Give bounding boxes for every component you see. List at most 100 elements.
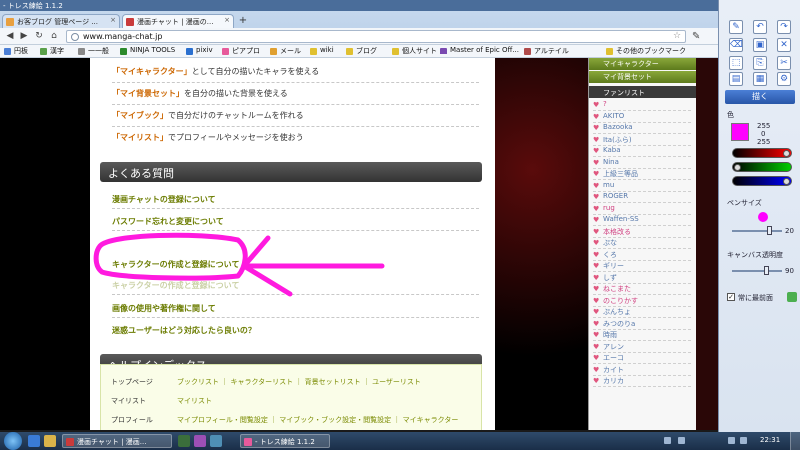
fan-list-item[interactable]: ♥ ねこまた [593,284,691,295]
home-icon[interactable]: ⌂ [48,31,60,42]
show-desktop-button[interactable] [790,432,800,450]
other-bookmarks[interactable]: その他のブックマーク [606,46,686,56]
fan-list-item[interactable]: ♥ ぷな [593,238,691,249]
close-icon[interactable]: × [110,16,116,24]
fan-list-item[interactable]: ♥ AKITO [593,112,691,123]
fill-icon[interactable]: ▣ [753,38,767,52]
index-row-links[interactable]: ブックリスト ｜ キャラクターリスト ｜ 背景セットリスト ｜ ユーザーリスト [177,377,421,387]
fan-list-item[interactable]: ♥ Ita(ふら) [593,135,691,146]
fan-list-item[interactable]: ♥ ROGER [593,192,691,203]
pen-size-track[interactable] [732,230,782,232]
tab-manga-chat[interactable]: 漫画チャット | 漫画の... × [122,14,234,28]
cut-icon[interactable]: ✂ [777,56,791,70]
slider-knob[interactable] [734,164,741,171]
sidebar-banner[interactable]: マイキャラクター [589,58,697,70]
app-icon[interactable] [194,435,206,447]
tab-blog-admin[interactable]: お客ブログ 管理ページ ... × [2,14,120,28]
fan-list-item[interactable]: ♥ しず [593,273,691,284]
draw-button[interactable]: 描く [725,90,795,104]
eraser-icon[interactable]: ⌫ [729,38,743,52]
fan-list-item[interactable]: ♥ Nina [593,158,691,169]
app-icon[interactable] [178,435,190,447]
reload-icon[interactable]: ↻ [33,31,45,42]
sidebar-banner[interactable]: マイ背景セット [589,71,697,83]
red-slider[interactable] [732,148,792,158]
undo-icon[interactable]: ↶ [753,20,767,34]
bookmark-item[interactable]: Master of Epic Off... [440,46,520,54]
save-icon[interactable]: ▦ [753,72,767,86]
address-bar[interactable]: www.manga-chat.jp [66,30,686,43]
fan-list-item[interactable]: ♥ くろ [593,250,691,261]
app-icon[interactable] [210,435,222,447]
fan-list-item[interactable]: ♥ 上級三等品 [593,169,691,180]
faq-link-nuisance-user[interactable]: 迷惑ユーザーはどう対応したら良いの？ [112,325,256,336]
slider-knob[interactable] [783,178,790,185]
select-icon[interactable]: ⬚ [729,56,743,70]
index-row-links[interactable]: マイリスト [177,396,212,406]
explorer-folder-icon[interactable] [44,435,56,447]
fan-list-item[interactable]: ♥ rug [593,204,691,215]
faq-link-copyright[interactable]: 画像の使用や著作権に関して [112,303,216,314]
faq-link-character[interactable]: キャラクターの作成と登録について [112,259,239,270]
fan-list-item[interactable]: ♥? [593,100,691,111]
opacity-track[interactable] [732,270,782,272]
fan-list-item[interactable]: ♥ Waffen-SS [593,215,691,226]
refresh-icon[interactable] [787,292,797,302]
current-color-swatch[interactable] [731,123,749,141]
volume-icon[interactable] [740,437,747,444]
settings-icon[interactable]: ⚙ [777,72,791,86]
copy-icon[interactable]: ⎘ [753,56,767,70]
windows-start-icon[interactable] [4,432,22,450]
fan-list-item[interactable]: ♥ エーコ [593,353,691,364]
fan-list-item[interactable]: ♥ カリカ [593,376,691,387]
green-slider[interactable] [732,162,792,172]
bookmark-item[interactable]: NINJA TOOLS [120,46,175,55]
bookmark-item[interactable]: ブログ [346,46,377,56]
bookmark-item[interactable]: メール [270,46,301,56]
wrench-menu-icon[interactable]: ✎ [692,31,700,42]
bookmark-item[interactable]: ピアプロ [222,46,260,56]
clear-icon[interactable]: ✕ [777,38,791,52]
page-scrollbar[interactable] [696,58,718,430]
network-icon[interactable] [728,437,735,444]
bookmark-item[interactable]: 円板 [4,46,28,56]
bookmark-item[interactable]: 一一般 [78,46,109,56]
fan-list-item[interactable]: ♥ カイト [593,365,691,376]
bookmark-item[interactable]: アルテイル [524,46,569,56]
ie-icon[interactable] [28,435,40,447]
faq-link-character-hidden[interactable]: キャラクターの作成と登録について [112,280,239,291]
taskbar-item-trace[interactable]: - トレス練絵 1.1.2 [240,434,330,448]
redo-icon[interactable]: ↷ [777,20,791,34]
fan-list-item[interactable]: ♥ ギリー [593,261,691,272]
fan-list-item[interactable]: ♥ みつのりa [593,319,691,330]
star-bookmark-icon[interactable]: ☆ [673,31,681,41]
fan-list-item[interactable]: ♥ アレン [593,342,691,353]
pen-size-thumb[interactable] [767,226,772,235]
fan-list-item[interactable]: ♥ Kaba [593,146,691,157]
bookmark-item[interactable]: pixiv [186,46,213,55]
opacity-thumb[interactable] [764,266,769,275]
pen-tool-icon[interactable]: ✎ [729,20,743,34]
bookmark-item[interactable]: wiki [310,46,334,55]
faq-link-registration[interactable]: 漫画チャットの登録について [112,194,216,205]
fan-list-item[interactable]: ♥ 本格改る [593,227,691,238]
fan-list-item[interactable]: ♥ Bazooka [593,123,691,134]
always-front-checkbox[interactable]: ✓ [727,293,735,301]
back-arrow-icon[interactable]: ◀ [4,31,16,42]
bookmark-item[interactable]: 個人サイト [392,46,437,56]
faq-link-password[interactable]: パスワード忘れと変更について [112,216,224,227]
open-file-icon[interactable]: ▤ [729,72,743,86]
forward-arrow-icon[interactable]: ▶ [18,31,30,42]
fan-list-item[interactable]: ♥ mu [593,181,691,192]
fan-list-item[interactable]: ♥ のこりかす [593,296,691,307]
new-tab-button[interactable]: + [236,15,250,27]
blue-slider[interactable] [732,176,792,186]
slider-knob[interactable] [783,150,790,157]
tray-icon[interactable] [664,437,671,444]
taskbar-item-chrome[interactable]: 漫画チャット | 漫画... [62,434,172,448]
fan-list-item[interactable]: ♥ ぷんちょ [593,307,691,318]
bookmark-item[interactable]: 漢字 [40,46,64,56]
close-icon[interactable]: × [224,16,230,24]
tray-icon[interactable] [678,437,685,444]
fan-list-item[interactable]: ♥ 時雨 [593,330,691,341]
